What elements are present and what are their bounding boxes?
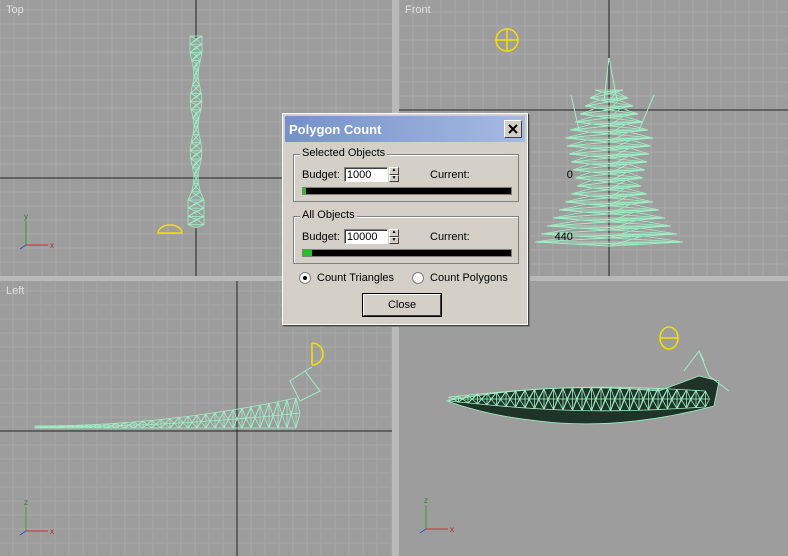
axis-label: x: [450, 525, 454, 534]
mesh-edge: [534, 408, 545, 410]
viewport-label[interactable]: Left: [6, 285, 24, 297]
axis-label: z: [24, 498, 28, 507]
radio-unselected-icon[interactable]: [412, 272, 425, 284]
budget-row: Budget: 10000 ▲ ▼ Current: 440: [302, 229, 573, 244]
all-current-value: 440: [554, 230, 573, 243]
spinner-up-icon[interactable]: ▲: [388, 229, 399, 237]
group-label: Selected Objects: [300, 147, 388, 159]
axis-label: x: [50, 241, 54, 250]
selected-budget-spinner[interactable]: ▲ ▼: [388, 167, 399, 182]
mesh-edge: [686, 407, 697, 409]
progress-fill: [303, 250, 313, 256]
axis-label: z: [424, 496, 428, 505]
radio-count-triangles[interactable]: Count Triangles: [299, 272, 394, 284]
all-budget-spinner[interactable]: ▲ ▼: [388, 229, 399, 244]
radio-count-polygons[interactable]: Count Polygons: [412, 272, 508, 284]
all-objects-group: All Objects Budget: 10000 ▲ ▼ Current: 4…: [293, 209, 573, 264]
dialog-titlebar[interactable]: Polygon Count: [285, 116, 525, 142]
radio-selected-icon[interactable]: [299, 272, 311, 284]
axis-label: y: [24, 212, 28, 221]
group-label: All Objects: [300, 209, 357, 221]
mesh-edge: [182, 421, 193, 424]
selected-current-value: 0: [566, 168, 573, 181]
current-label: Current:: [430, 230, 470, 243]
mesh-edge: [676, 388, 687, 391]
spinner-down-icon[interactable]: ▼: [388, 236, 399, 244]
radio-label: Count Polygons: [430, 272, 508, 284]
budget-row: Budget: 1000 ▲ ▼ Current: 0: [302, 167, 573, 182]
progress-fill: [303, 188, 307, 194]
all-budget-input[interactable]: 10000: [343, 229, 388, 244]
spinner-down-icon[interactable]: ▼: [388, 174, 399, 182]
radio-label: Count Triangles: [317, 272, 395, 284]
polygon-count-dialog: Polygon Count Selected Objects Budget: 1…: [282, 113, 573, 325]
budget-label: Budget:: [302, 230, 340, 243]
axis-label: x: [50, 527, 54, 536]
mesh-edge: [173, 422, 184, 424]
close-icon[interactable]: [504, 120, 522, 138]
all-progress-bar: [302, 249, 512, 257]
count-mode-radios: Count Triangles Count Polygons: [299, 272, 526, 284]
mesh-edge: [534, 388, 545, 390]
current-label: Current:: [430, 168, 470, 181]
spinner-up-icon[interactable]: ▲: [388, 167, 399, 175]
mesh-edge: [676, 407, 687, 410]
mesh-edge: [686, 389, 697, 391]
viewport-label[interactable]: Front: [405, 4, 431, 16]
selected-objects-group: Selected Objects Budget: 1000 ▲ ▼ Curren…: [293, 147, 573, 202]
selected-budget-input[interactable]: 1000: [343, 167, 388, 182]
selected-progress-bar: [302, 187, 512, 195]
budget-label: Budget:: [302, 168, 340, 181]
close-button[interactable]: Close: [363, 294, 441, 316]
viewport-label[interactable]: Top: [6, 4, 24, 16]
dialog-title: Polygon Count: [289, 121, 382, 137]
